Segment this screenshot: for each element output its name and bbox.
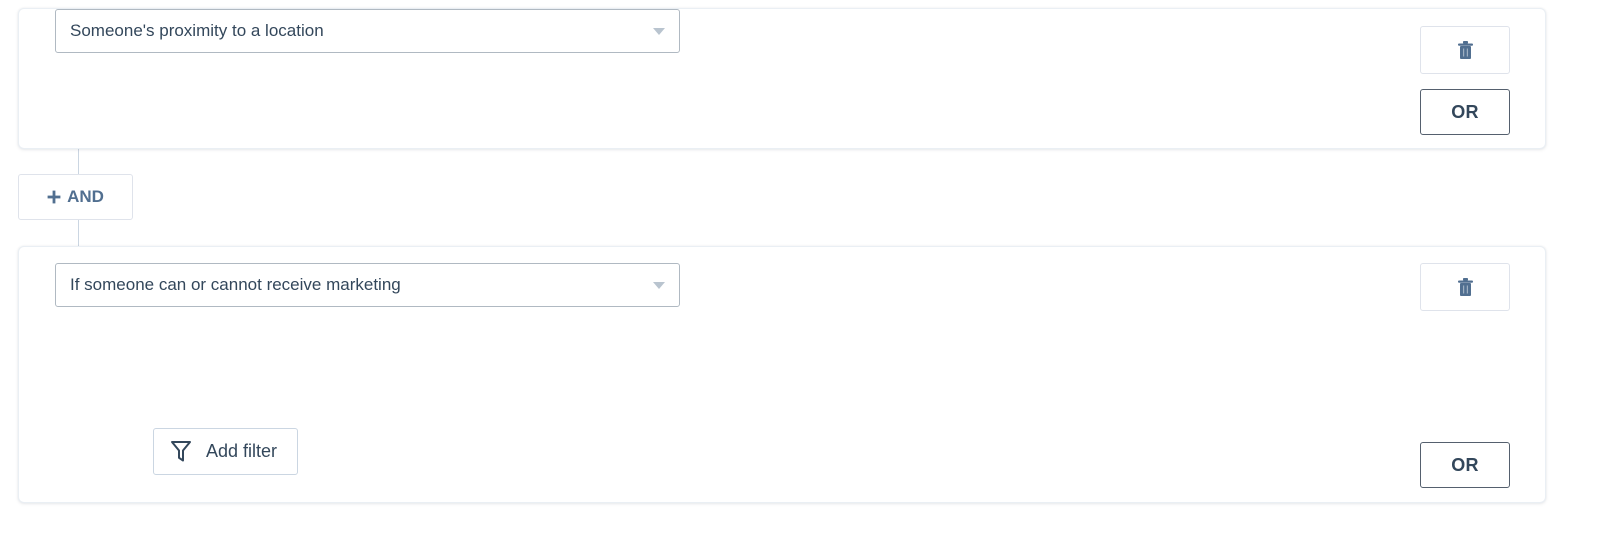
or-button-label-2: OR: [1451, 454, 1479, 475]
filter-type-value-1: Someone's proximity to a location: [70, 21, 324, 40]
trash-icon: [1457, 277, 1474, 297]
filter-type-select-1[interactable]: Someone's proximity to a location: [55, 9, 680, 53]
or-button-2[interactable]: OR: [1420, 442, 1510, 488]
filter-type-select-2[interactable]: If someone can or cannot receive marketi…: [55, 263, 680, 307]
trash-icon: [1457, 40, 1474, 60]
add-and-condition-label: AND: [67, 187, 104, 206]
chevron-down-icon: [653, 27, 665, 35]
delete-filter-group-button-1[interactable]: [1420, 26, 1510, 74]
plus-icon: [47, 190, 61, 204]
chevron-down-icon: [653, 281, 665, 289]
or-button-1[interactable]: OR: [1420, 89, 1510, 135]
add-filter-button[interactable]: Add filter: [153, 428, 299, 475]
add-and-condition-button[interactable]: AND: [18, 174, 133, 220]
filter-type-value-2: If someone can or cannot receive marketi…: [70, 275, 401, 294]
filter-group-card-1: Someone's proximity to a location OR: [18, 8, 1546, 149]
filter-group-card-2: If someone can or cannot receive marketi…: [18, 246, 1546, 503]
or-button-label-1: OR: [1451, 101, 1479, 122]
filter-icon: [170, 440, 192, 463]
delete-filter-group-button-2[interactable]: [1420, 263, 1510, 311]
filter-builder: Someone's proximity to a location OR Per…: [0, 0, 1600, 534]
add-filter-label: Add filter: [206, 441, 278, 461]
